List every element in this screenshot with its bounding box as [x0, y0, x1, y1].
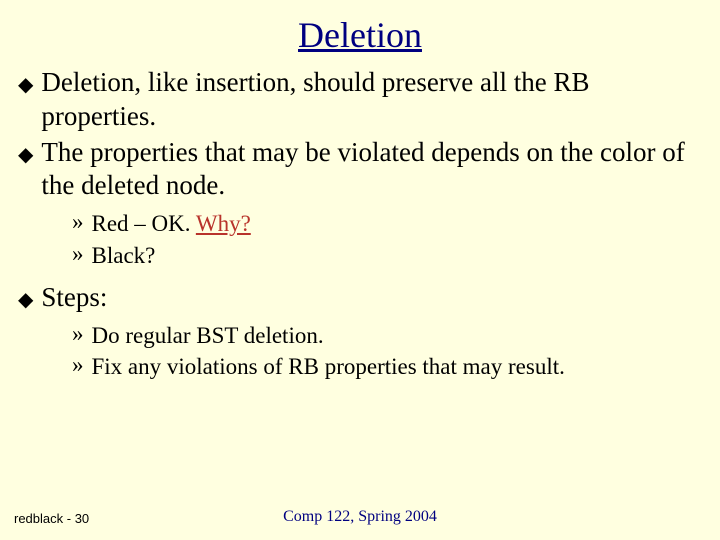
- raquo-icon: »: [72, 352, 84, 378]
- sub-text: Do regular BST deletion.: [92, 321, 324, 351]
- sub-text: Black?: [92, 241, 156, 271]
- diamond-icon: ◆: [18, 142, 33, 167]
- sub-prefix: Red – OK.: [92, 211, 196, 236]
- raquo-icon: »: [72, 321, 84, 347]
- bullet-text: The properties that may be violated depe…: [41, 136, 702, 204]
- sub-item: » Do regular BST deletion.: [72, 321, 702, 351]
- footer-center: Comp 122, Spring 2004: [283, 508, 437, 526]
- sub-item: » Black?: [72, 241, 702, 271]
- sub-text: Fix any violations of RB properties that…: [92, 352, 565, 382]
- diamond-icon: ◆: [18, 72, 33, 97]
- why-link[interactable]: Why?: [196, 211, 251, 236]
- sub-item: » Fix any violations of RB properties th…: [72, 352, 702, 382]
- sub-list: » Do regular BST deletion. » Fix any vio…: [18, 321, 702, 383]
- sub-text: Red – OK. Why?: [92, 209, 251, 239]
- raquo-icon: »: [72, 241, 84, 267]
- diamond-icon: ◆: [18, 287, 33, 312]
- footer-left: redblack - 30: [14, 511, 89, 526]
- bullet-text: Deletion, like insertion, should preserv…: [41, 66, 702, 134]
- slide-content: ◆ Deletion, like insertion, should prese…: [0, 66, 720, 382]
- bullet-item: ◆ Steps:: [18, 281, 702, 315]
- slide-title: Deletion: [0, 0, 720, 66]
- bullet-text: Steps:: [41, 281, 107, 315]
- bullet-item: ◆ Deletion, like insertion, should prese…: [18, 66, 702, 134]
- sub-item: » Red – OK. Why?: [72, 209, 702, 239]
- bullet-item: ◆ The properties that may be violated de…: [18, 136, 702, 204]
- raquo-icon: »: [72, 209, 84, 235]
- sub-list: » Red – OK. Why? » Black?: [18, 209, 702, 271]
